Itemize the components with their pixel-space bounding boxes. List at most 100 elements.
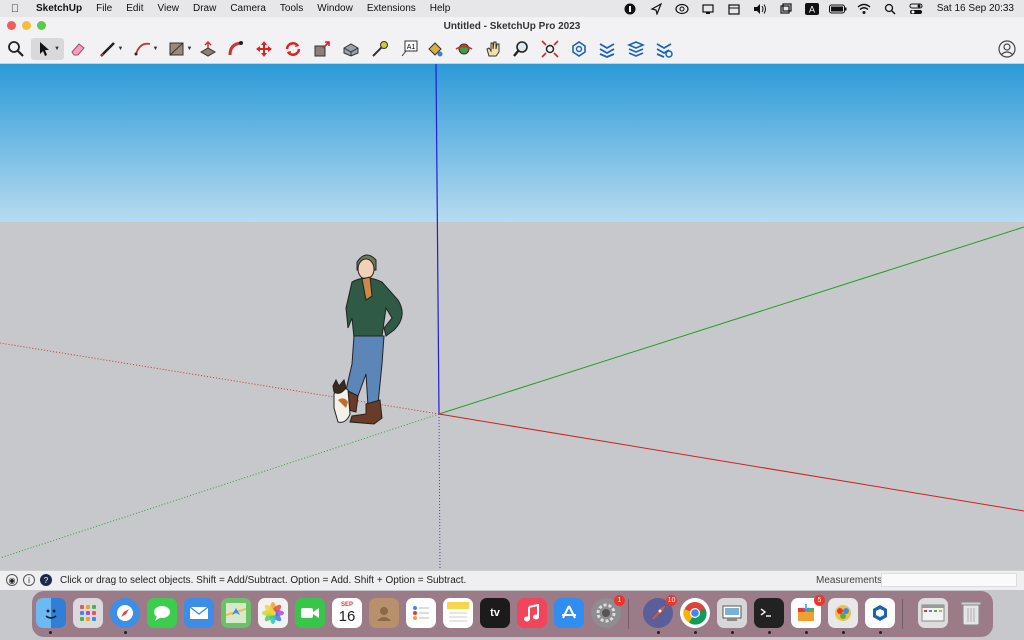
dock-notes-icon[interactable] [443,598,473,628]
account-button[interactable] [998,40,1016,63]
scale-tool-button[interactable] [312,38,332,60]
control-center-icon[interactable] [903,3,929,15]
dock-finder-icon[interactable] [36,598,66,628]
pencil-icon [99,42,115,57]
follow-me-tool-button[interactable] [226,38,246,60]
volume-icon[interactable] [747,3,773,15]
dock-preview-icon[interactable] [717,598,747,628]
dock-rocket-typist-icon[interactable]: 10 [643,595,677,628]
dock-launchpad-icon[interactable] [73,598,103,628]
window-icon[interactable] [773,2,799,15]
eraser-tool-button[interactable] [68,38,88,60]
dock-safari-icon[interactable] [110,598,140,628]
select-tool-button[interactable]: ▼ [31,38,64,60]
battery-icon[interactable] [825,4,851,14]
select-arrow-icon [40,42,50,56]
menu-view[interactable]: View [150,3,186,14]
rectangle-icon [169,42,184,56]
display-icon[interactable] [695,3,721,15]
input-source-icon[interactable]: A [799,2,825,15]
chrome-running-dot [694,631,697,634]
dock-calendar-icon[interactable]: SEP 16 [332,598,362,628]
input-source-letter: A [809,4,815,14]
shape-tool-button[interactable]: ▼ [166,38,194,60]
extension-warehouse-tool-button[interactable] [597,38,617,60]
warehouse-tool-button[interactable] [569,38,589,60]
location-icon[interactable] [643,2,669,15]
line-tool-button[interactable]: ▼ [96,38,126,60]
zoom-tool-button[interactable] [511,38,531,60]
status-hint: Click or drag to select objects. Shift =… [60,575,467,586]
select-dropdown-icon[interactable]: ▼ [54,46,60,52]
layout-icon [627,41,645,57]
geo-location-icon[interactable]: ◉ [6,574,18,586]
status-bar: ◉ i ? Click or drag to select objects. S… [0,570,1024,590]
calendar-day: 16 [338,608,356,625]
paint-bucket-icon [428,42,443,57]
pan-tool-button[interactable] [483,38,503,60]
tape-measure-tool-button[interactable] [370,38,390,60]
push-pull-icon [199,40,217,57]
dock-music-icon[interactable] [517,598,547,628]
offset-tool-button[interactable] [340,38,362,60]
preview-running-dot [731,631,734,634]
push-pull-tool-button[interactable] [198,38,218,60]
hand-icon [486,41,500,57]
rotate-tool-button[interactable] [283,38,303,60]
1password-icon[interactable] [617,3,643,15]
menu-help[interactable]: Help [423,3,458,14]
dock-reminders-icon[interactable] [406,598,436,628]
menu-extensions[interactable]: Extensions [360,3,423,14]
dock-messages-icon[interactable] [147,598,177,628]
orbit-icon [455,43,473,55]
dock-screenshot-thumbnail-icon[interactable] [918,598,948,628]
dock-pixelmator-icon[interactable] [828,598,858,628]
dock-contacts-icon[interactable] [369,598,399,628]
arc-icon [134,42,150,56]
wifi-icon[interactable] [851,3,877,15]
move-tool-button[interactable] [254,38,274,60]
calendar-icon[interactable] [721,3,747,15]
menu-camera[interactable]: Camera [223,3,273,14]
dock-terminal-icon[interactable] [754,598,784,628]
dock-chrome-icon[interactable] [680,598,710,628]
layout-tool-button[interactable] [626,38,646,60]
text-label-icon: A1 [401,40,418,57]
arc-tool-button[interactable]: ▼ [131,38,161,60]
dock-mail-icon[interactable] [184,598,214,628]
info-icon[interactable]: i [23,574,35,586]
menu-window[interactable]: Window [310,3,360,14]
orbit-tool-button[interactable] [454,38,474,60]
extension-manager-icon [656,43,673,58]
search-tool-button[interactable] [6,38,26,60]
extension-manager-tool-button[interactable] [654,38,674,60]
dock-sketchup-icon[interactable] [865,598,895,628]
menu-file[interactable]: File [89,3,119,14]
apple-menu-icon[interactable]:  [0,3,30,15]
dock-app-installer-icon[interactable]: 5 [791,595,825,628]
menu-draw[interactable]: Draw [186,3,223,14]
zoom-extents-tool-button[interactable] [540,38,560,60]
dock-photos-icon[interactable] [258,598,288,628]
3d-viewport[interactable] [0,64,1024,570]
menu-clock[interactable]: Sat 16 Sep 20:33 [929,3,1014,14]
creative-cloud-icon[interactable] [669,3,695,15]
paint-bucket-tool-button[interactable] [425,38,445,60]
menu-app-name[interactable]: SketchUp [30,3,89,14]
dock-separator-2 [902,599,903,629]
dock-separator [628,599,629,629]
spotlight-icon[interactable] [877,3,903,15]
menu-edit[interactable]: Edit [119,3,150,14]
offset-icon [343,43,359,57]
dock-facetime-icon[interactable] [295,598,325,628]
dock-maps-icon[interactable] [221,598,251,628]
text-tool-button[interactable]: A1 [398,38,420,60]
pixelmator-running-dot [842,631,845,634]
dock-app-store-icon[interactable] [554,598,584,628]
menu-tools[interactable]: Tools [273,3,310,14]
dock-apple-tv-icon[interactable]: tv [480,598,510,628]
dock-trash-icon[interactable] [956,598,986,628]
dock-system-settings-icon[interactable]: 1 [591,595,625,628]
measurements-input[interactable] [881,573,1017,587]
instructor-icon[interactable]: ? [40,574,52,586]
